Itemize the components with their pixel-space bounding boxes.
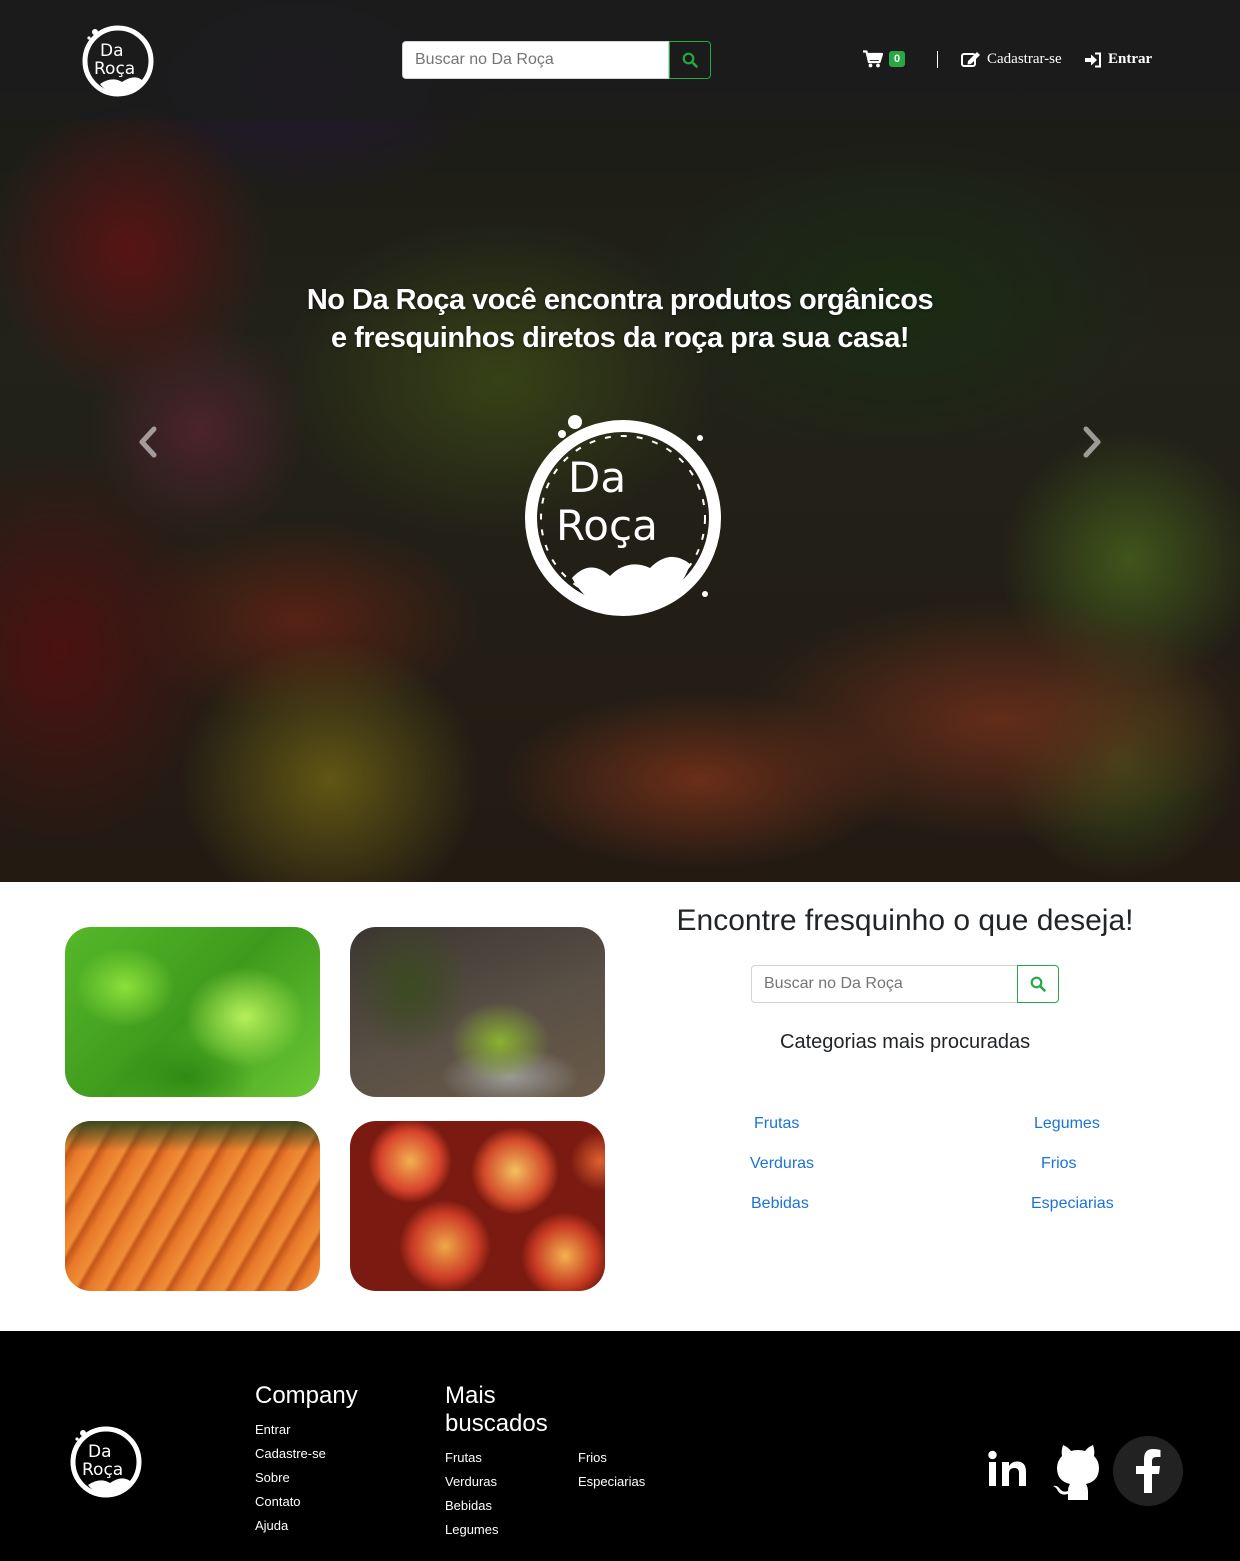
footer-link-cadastre-se[interactable]: Cadastre-se [255,1446,326,1461]
footer-popular-link-frios[interactable]: Frios [578,1450,607,1465]
site-footer: Da Roça Company Entrar Cadastre-se Sobre… [0,1331,1240,1561]
product-image-lettuce[interactable] [65,927,320,1097]
github-link[interactable] [1050,1439,1106,1503]
logo-text-da: Da [100,41,124,61]
footer-link-sobre[interactable]: Sobre [255,1470,290,1485]
login-link[interactable]: Entrar [1084,51,1152,68]
hero-banner: Da Roça 0 Cadastrar-se [0,0,1240,882]
hero-brand-logo: Da Roça [525,415,721,616]
chevron-right-icon [1083,426,1101,458]
nav-divider [937,51,938,68]
footer-company-title: Company [255,1382,358,1409]
signup-link[interactable]: Cadastrar-se [961,51,1062,68]
footer-popular-link-especiarias[interactable]: Especiarias [578,1474,645,1489]
product-image-carrots[interactable] [65,1121,320,1291]
brand-logo[interactable]: Da Roça [78,22,158,100]
login-label: Entrar [1108,51,1153,67]
footer-popular-link-verduras[interactable]: Verduras [445,1474,497,1489]
category-link-especiarias[interactable]: Especiarias [1031,1195,1114,1213]
category-link-verduras[interactable]: Verduras [750,1155,814,1173]
footer-popular-title-line2: buscados [445,1410,548,1437]
hero-logo-text-roca: Roça [556,501,658,550]
category-link-frios[interactable]: Frios [1041,1155,1077,1173]
footer-popular-link-frutas[interactable]: Frutas [445,1450,482,1465]
hero-logo-text-da: Da [568,453,626,502]
carousel-prev-button[interactable] [128,424,168,460]
sign-in-icon [1085,52,1101,67]
category-link-frutas[interactable]: Frutas [754,1115,799,1133]
footer-link-contato[interactable]: Contato [255,1494,301,1509]
footer-link-ajuda[interactable]: Ajuda [255,1518,288,1533]
category-link-legumes[interactable]: Legumes [1034,1115,1100,1133]
footer-logo-text-roca: Roça [82,1460,123,1480]
logo-text-roca: Roça [94,59,135,79]
hero-headline: No Da Roça você encontra produtos orgâni… [0,281,1240,357]
section-search-input[interactable] [751,965,1018,1003]
footer-brand-logo[interactable]: Da Roça [66,1423,146,1501]
footer-popular-title: Mais buscados [445,1382,548,1438]
section-search-button[interactable] [1017,965,1059,1003]
footer-popular-link-legumes[interactable]: Legumes [445,1522,498,1537]
footer-link-entrar[interactable]: Entrar [255,1422,290,1437]
category-link-bebidas[interactable]: Bebidas [751,1195,809,1213]
linkedin-link[interactable] [984,1445,1032,1493]
hero-headline-line2: e fresquinhos diretos da roça pra sua ca… [330,322,910,354]
edit-icon [961,52,980,67]
linkedin-icon [988,1450,1026,1486]
facebook-icon [1136,1449,1161,1493]
cart-count-badge: 0 [889,51,906,67]
footer-popular-title-line1: Mais [445,1382,496,1409]
footer-logo-text-da: Da [88,1442,112,1462]
top-navbar: Da Roça 0 Cadastrar-se [0,0,1240,120]
carousel-next-button[interactable] [1072,424,1112,460]
hero-headline-line1: No Da Roça você encontra produtos orgâni… [306,284,934,316]
search-icon [682,52,698,68]
search-icon [1030,976,1046,992]
cart-button[interactable]: 0 [863,50,906,68]
facebook-link[interactable] [1113,1436,1183,1506]
product-image-broccoli[interactable] [350,927,605,1097]
signup-label: Cadastrar-se [987,51,1062,67]
chevron-left-icon [139,426,157,458]
header-search-input[interactable] [402,41,669,79]
find-section-title: Encontre fresquinho o que deseja! [676,904,1134,937]
shopping-cart-icon [863,50,883,68]
header-search-button[interactable] [669,41,711,79]
footer-popular-link-bebidas[interactable]: Bebidas [445,1498,492,1513]
product-image-apples[interactable] [350,1121,605,1291]
github-icon [1053,1445,1099,1500]
popular-categories-title: Categorias mais procuradas [780,1031,1031,1053]
